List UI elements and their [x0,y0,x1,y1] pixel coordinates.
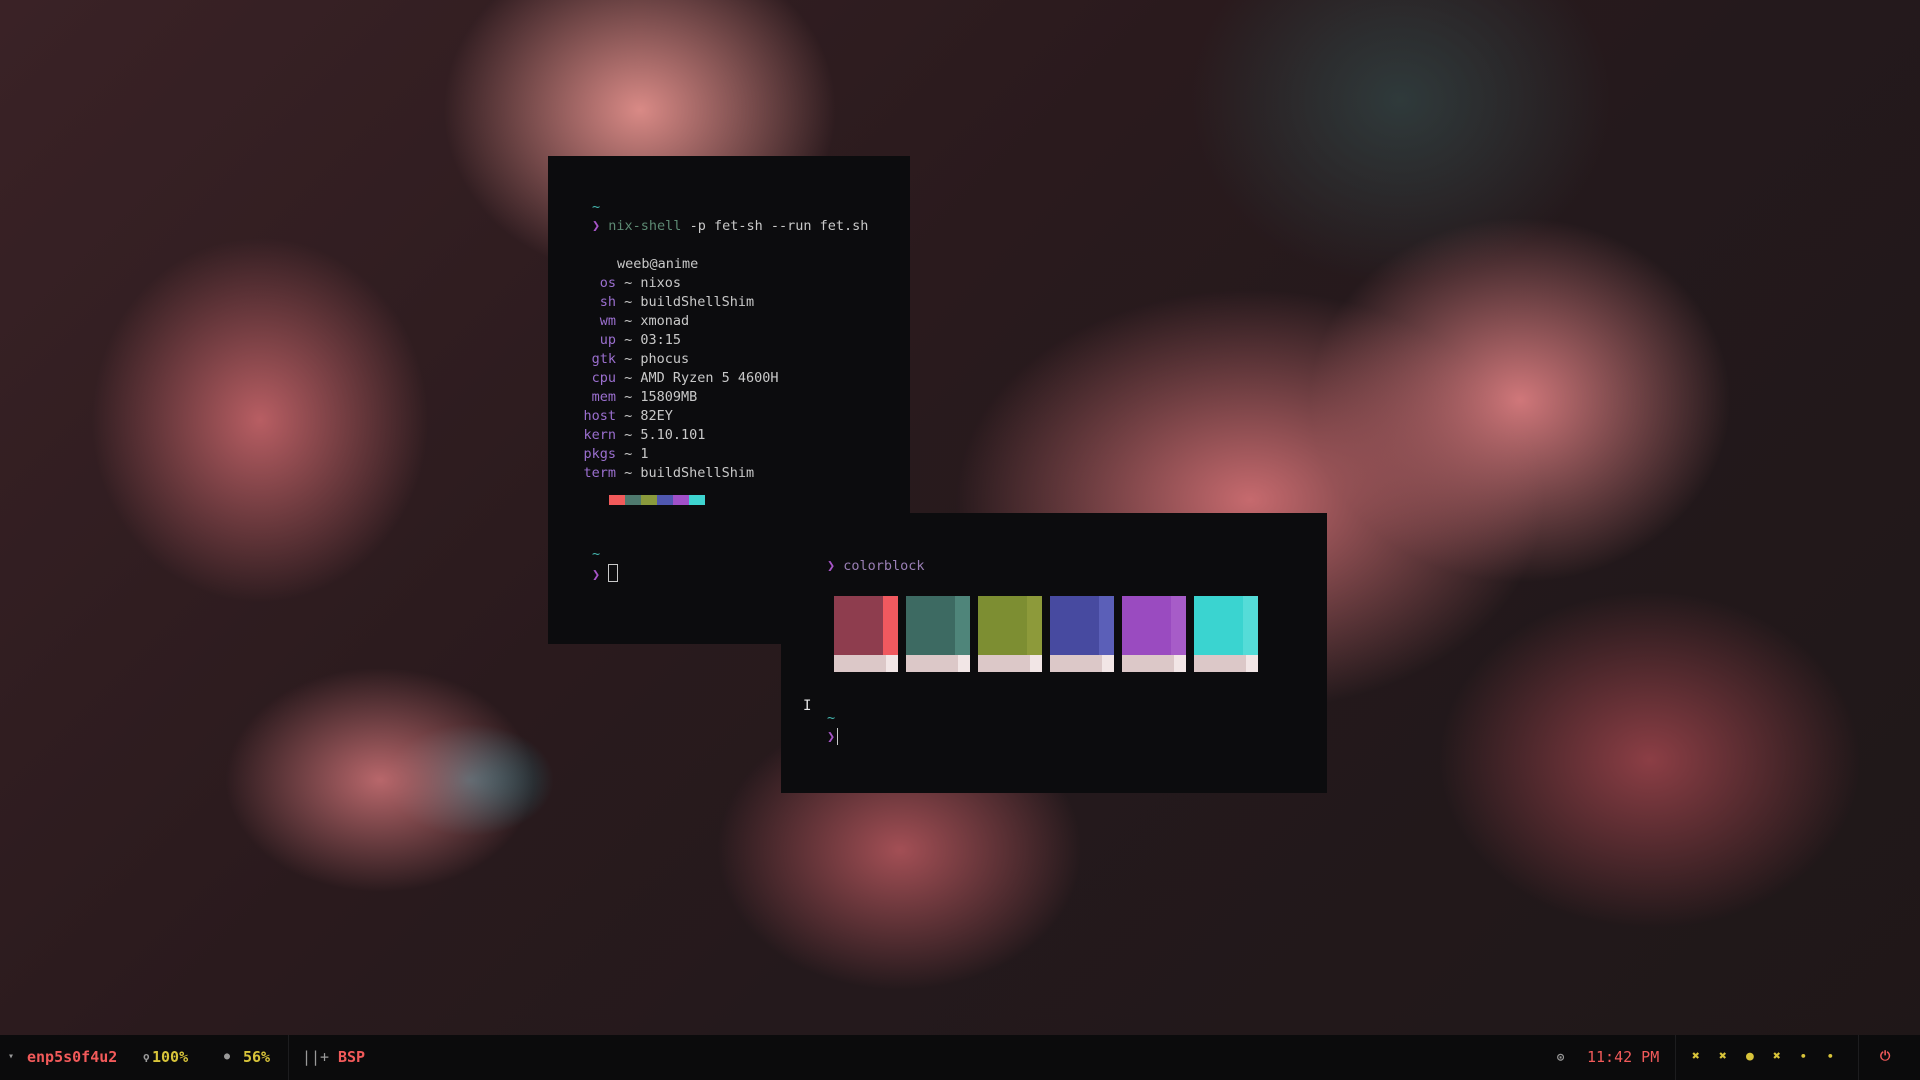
info-row-mem: mem ~ 15809MB [568,388,698,407]
network-interface[interactable]: enp5s0f4u2 [27,1048,117,1066]
workspace-indicator[interactable]: ✖ [1692,1049,1700,1064]
prompt-symbol-2: ❯ [592,567,601,583]
terminal-window-colorblock[interactable]: ❯ colorblock ~ ❯ [781,513,1327,793]
info-separator: ~ [616,370,641,386]
info-separator: ~ [616,465,641,481]
clock-icon: ⊙ [1557,1050,1565,1064]
info-key: pkgs [583,446,616,462]
user-host: weeb@anime [617,256,699,272]
battery-level[interactable]: 100% [152,1048,188,1066]
info-key: cpu [591,370,616,386]
divider [1675,1035,1676,1080]
color-block [1194,596,1258,672]
info-value: buildShellShim [640,465,755,481]
info-value: AMD Ryzen 5 4600H [640,370,779,386]
info-value: 15809MB [640,389,698,405]
status-bar: ▾ enp5s0f4u2 ϙ 100% ● 56% ||+ BSP ⊙ 11:4… [0,1035,1920,1080]
info-separator: ~ [616,408,641,424]
layout-symbol: ||+ [302,1048,330,1066]
info-value: buildShellShim [640,294,755,310]
info-key: gtk [591,351,616,367]
brightness-level[interactable]: 56% [243,1048,270,1066]
info-separator: ~ [616,332,641,348]
info-value: nixos [640,275,682,291]
info-value: 03:15 [640,332,682,348]
divider [288,1035,289,1080]
layout-name[interactable]: BSP [338,1048,365,1066]
info-value: 82EY [640,408,673,424]
palette-swatch [689,495,705,505]
info-key: os [599,275,616,291]
info-key: wm [599,313,616,329]
divider [1858,1035,1859,1080]
command-name: colorblock [843,558,925,574]
color-palette-strip [609,495,705,505]
palette-swatch [609,495,625,505]
info-row-os: os ~ nixos [568,274,681,293]
bar-cursor [837,728,839,745]
input-line[interactable]: ❯ [592,564,619,585]
info-separator: ~ [616,275,641,291]
info-key: kern [583,427,616,443]
prompt-dir: ~ [827,710,836,726]
color-block [978,596,1042,672]
command-name: nix-shell [608,218,682,234]
brightness-icon: ● [224,1051,231,1062]
info-separator: ~ [616,294,641,310]
clock-time[interactable]: 11:42 PM [1587,1048,1659,1066]
info-row-kern: kern ~ 5.10.101 [568,426,705,445]
palette-swatch [625,495,641,505]
mouse-ibeam-cursor-icon: I [803,698,812,714]
prompt-symbol-2: ❯ [827,729,836,745]
info-key: mem [591,389,616,405]
info-row-term: term ~ buildShellShim [568,464,754,483]
info-value: xmonad [640,313,690,329]
info-separator: ~ [616,446,641,462]
info-separator: ~ [616,313,641,329]
prompt-symbol: ❯ [827,558,836,574]
info-key: sh [599,294,616,310]
palette-swatch [673,495,689,505]
prompt-dir: ~ [592,199,601,215]
info-row-gtk: gtk ~ phocus [568,350,690,369]
info-row-cpu: cpu ~ AMD Ryzen 5 4600H [568,369,779,388]
info-row-up: up ~ 03:15 [568,331,681,350]
power-icon[interactable]: ⏻ [1880,1049,1890,1064]
info-value: phocus [640,351,690,367]
wifi-icon: ▾ [8,1051,15,1062]
workspace-indicator[interactable]: • [1800,1050,1807,1063]
info-key: term [583,465,616,481]
info-row-pkgs: pkgs ~ 1 [568,445,649,464]
block-cursor [608,564,619,582]
command-line: ❯ nix-shell -p fet-sh --run fet.sh [592,217,868,236]
workspace-indicator[interactable]: ✖ [1773,1049,1781,1064]
workspace-indicator[interactable]: ● [1746,1049,1754,1064]
info-key: up [599,332,616,348]
prompt-dir-2: ~ [592,546,601,562]
workspace-indicator[interactable]: • [1827,1050,1834,1063]
palette-swatch [641,495,657,505]
info-row-host: host ~ 82EY [568,407,673,426]
color-block [834,596,898,672]
command-line: ❯ colorblock [827,557,925,576]
input-line[interactable]: ❯ [827,728,839,747]
command-args: -p fet-sh --run fet.sh [681,218,869,234]
info-row-sh: sh ~ buildShellShim [568,293,754,312]
info-separator: ~ [616,351,641,367]
color-block [906,596,970,672]
info-separator: ~ [616,427,641,443]
battery-icon: ϙ [143,1050,150,1063]
info-row-wm: wm ~ xmonad [568,312,689,331]
color-block [1050,596,1114,672]
palette-swatch [657,495,673,505]
info-key: host [583,408,616,424]
prompt-symbol: ❯ [592,218,601,234]
info-separator: ~ [616,389,641,405]
info-value: 1 [640,446,649,462]
info-value: 5.10.101 [640,427,706,443]
workspace-indicator[interactable]: ✖ [1719,1049,1727,1064]
color-block [1122,596,1186,672]
